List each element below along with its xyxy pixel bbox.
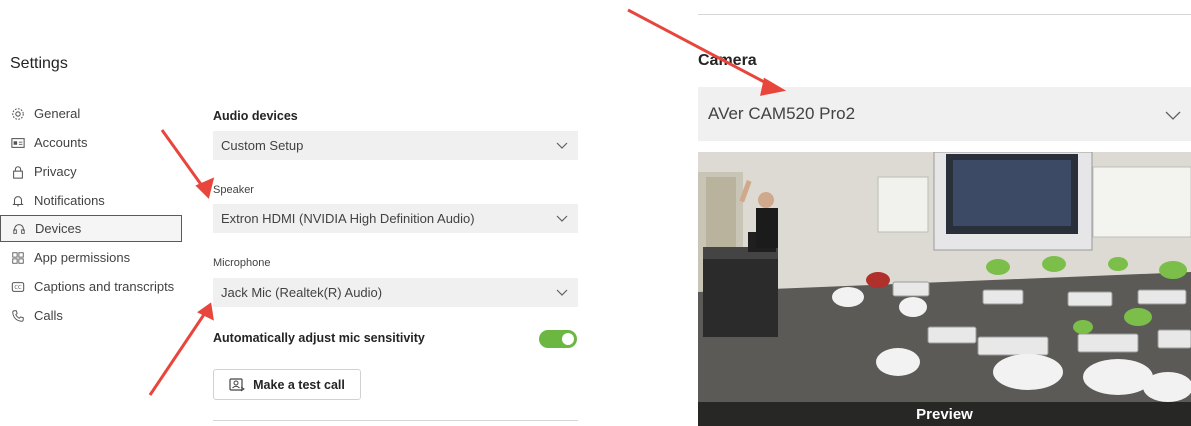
arrow-to-speaker [160, 129, 207, 191]
arrow-to-microphone [148, 312, 207, 396]
arrow-head [760, 77, 787, 96]
arrow-to-camera [627, 8, 771, 87]
annotation-arrows [148, 8, 787, 396]
